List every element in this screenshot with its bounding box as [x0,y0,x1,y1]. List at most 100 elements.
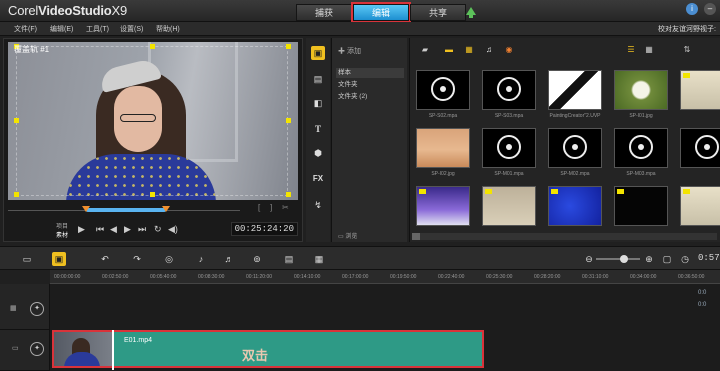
media-thumbnail[interactable] [680,70,720,110]
media-thumbnail[interactable] [482,186,536,226]
subtitle-editor-icon[interactable]: ▤ [282,252,296,266]
browse-button[interactable]: ▭ 浏览 [338,231,357,240]
trim-selection[interactable] [86,208,166,212]
instant-project-icon[interactable]: ▤ [311,72,325,86]
folder-item[interactable]: 文件夹 (2) [336,92,404,102]
folder-item[interactable]: 样本 [336,68,404,78]
fit-project-icon[interactable]: ▢ [660,252,674,266]
resize-handle[interactable] [150,192,155,197]
player-timecode[interactable]: 00:25:24:20 [230,222,298,236]
menu-file[interactable]: 文件(F) [14,24,37,34]
media-thumbnail[interactable] [482,128,536,168]
overlay-frame[interactable] [16,46,288,196]
video-clip[interactable]: E01.mp4 双击 [52,330,484,368]
resize-handle[interactable] [150,44,155,49]
graphic-icon[interactable]: ⬢ [311,146,325,160]
play-icon[interactable]: ▶ [78,224,85,235]
undo-icon[interactable]: ↶ [98,252,112,266]
tab-share[interactable]: 共享 [410,4,466,21]
playback-controls: 项目 素材 ▶ ⏮ ◀ ▶ ⏭ ↻ ◀) 00:25:24:20 [8,220,300,240]
preview-video[interactable]: 覆盖轨 #1 [8,42,298,200]
tab-capture[interactable]: 捕获 [296,4,352,21]
menu-edit[interactable]: 编辑(E) [50,24,73,34]
track-visibility-icon[interactable]: ✦ [30,342,44,356]
menu-settings[interactable]: 设置(S) [120,24,143,34]
timeline-view-icon[interactable]: ▣ [52,252,66,266]
info-icon[interactable]: i [686,3,698,15]
storyboard-view-icon[interactable]: ▭ [20,252,34,266]
app-window: CorelVideoStudioX9 捕获 编辑 共享 i – 文件(F) 编辑… [0,0,720,371]
resize-handle[interactable] [286,192,291,197]
previous-frame-icon[interactable]: ◀ [110,224,117,235]
mark-out-icon[interactable]: ] [270,203,272,212]
media-thumbnail[interactable] [482,70,536,110]
media-thumbnail[interactable] [416,128,470,168]
repeat-icon[interactable]: ↻ [154,224,162,235]
media-thumbnail[interactable] [548,128,602,168]
clip-thumbnail [54,332,112,366]
home-icon[interactable]: ⏮ [96,224,104,235]
menu-help[interactable]: 帮助(H) [156,24,180,34]
media-thumbnail[interactable] [614,70,668,110]
timeline-tracks: ✦ ▦ ✦ ▭ E01.mp4 双击 0:0 0:0 [0,284,720,371]
minimize-icon[interactable]: – [704,3,716,15]
timeline-ruler[interactable]: 00:00:00:00 00:02:50:00 00:05:40:00 00:08:3… [50,270,720,284]
project-mode-label[interactable]: 项目 [56,221,68,230]
mark-in-icon[interactable]: [ [258,203,260,212]
redo-icon[interactable]: ↷ [130,252,144,266]
media-thumbnail[interactable] [548,186,602,226]
motion-tracking-icon[interactable]: ⊚ [250,252,264,266]
clip-mode-label[interactable]: 素材 [56,230,68,239]
upload-arrow-icon[interactable] [466,7,476,18]
folder-item[interactable]: 文件夹 [336,80,404,90]
playhead[interactable] [112,330,114,370]
list-view-icon[interactable]: ☰ [626,46,636,54]
track-type-icon: ▭ [12,345,19,352]
media-thumbnail[interactable] [548,70,602,110]
folder-icon[interactable]: ▰ [420,46,430,54]
title-icon[interactable]: T [311,122,325,136]
thumb-view-icon[interactable]: ▦ [644,46,654,54]
media-thumbnail[interactable] [680,186,720,226]
split-clip-icon[interactable]: ✂ [282,203,289,212]
scrubber[interactable]: [ ] ✂ [8,203,289,215]
resize-handle[interactable] [14,192,19,197]
gallery-scrollbar[interactable] [412,233,717,240]
sound-mixer-icon[interactable]: ♪ [194,252,208,266]
auto-music-icon[interactable]: ♬ [222,252,236,266]
media-thumbnail[interactable] [614,128,668,168]
next-frame-icon[interactable]: ▶ [124,224,131,235]
media-thumbnail[interactable] [614,186,668,226]
end-icon[interactable]: ⏭ [138,224,146,235]
filter-icon[interactable]: FX [311,172,325,186]
show-audio-icon[interactable]: ♫ [484,46,494,54]
library-folders: ✚ 添加 样本 文件夹 文件夹 (2) ▭ 浏览 [331,38,407,242]
resize-handle[interactable] [286,44,291,49]
transition-icon[interactable]: ◧ [311,96,325,110]
add-folder-button[interactable]: ✚ 添加 [338,46,361,56]
zoom-slider[interactable] [596,255,640,263]
zoom-in-icon[interactable]: ⊕ [642,252,656,266]
sort-order-icon[interactable]: ⇅ [682,46,692,54]
media-thumbnail[interactable] [416,70,470,110]
record-capture-icon[interactable]: ◎ [162,252,176,266]
zoom-out-icon[interactable]: ⊖ [582,252,596,266]
resize-handle[interactable] [14,118,19,123]
sort-icon[interactable]: ◉ [504,46,514,54]
tab-edit[interactable]: 编辑 [351,2,411,23]
resize-handle[interactable] [286,118,291,123]
show-photo-icon[interactable]: ▦ [464,46,474,54]
library-category-bar: ▣ ▤ ◧ T ⬢ FX ↯ [306,38,330,242]
track-visibility-icon[interactable]: ✦ [30,302,44,316]
ruler-tick-label: 00:36:50:00 [678,274,705,280]
show-video-icon[interactable]: ▬ [444,46,454,54]
media-icon[interactable]: ▣ [311,46,325,60]
trim-start-marker[interactable] [82,206,90,212]
menu-tools[interactable]: 工具(T) [86,24,109,34]
media-thumbnail[interactable] [680,128,720,168]
volume-icon[interactable]: ◀) [168,224,178,235]
motion-path-icon[interactable]: ↯ [311,198,325,212]
trim-end-marker[interactable] [162,206,170,212]
multi-camera-icon[interactable]: ▦ [312,252,326,266]
media-thumbnail[interactable] [416,186,470,226]
